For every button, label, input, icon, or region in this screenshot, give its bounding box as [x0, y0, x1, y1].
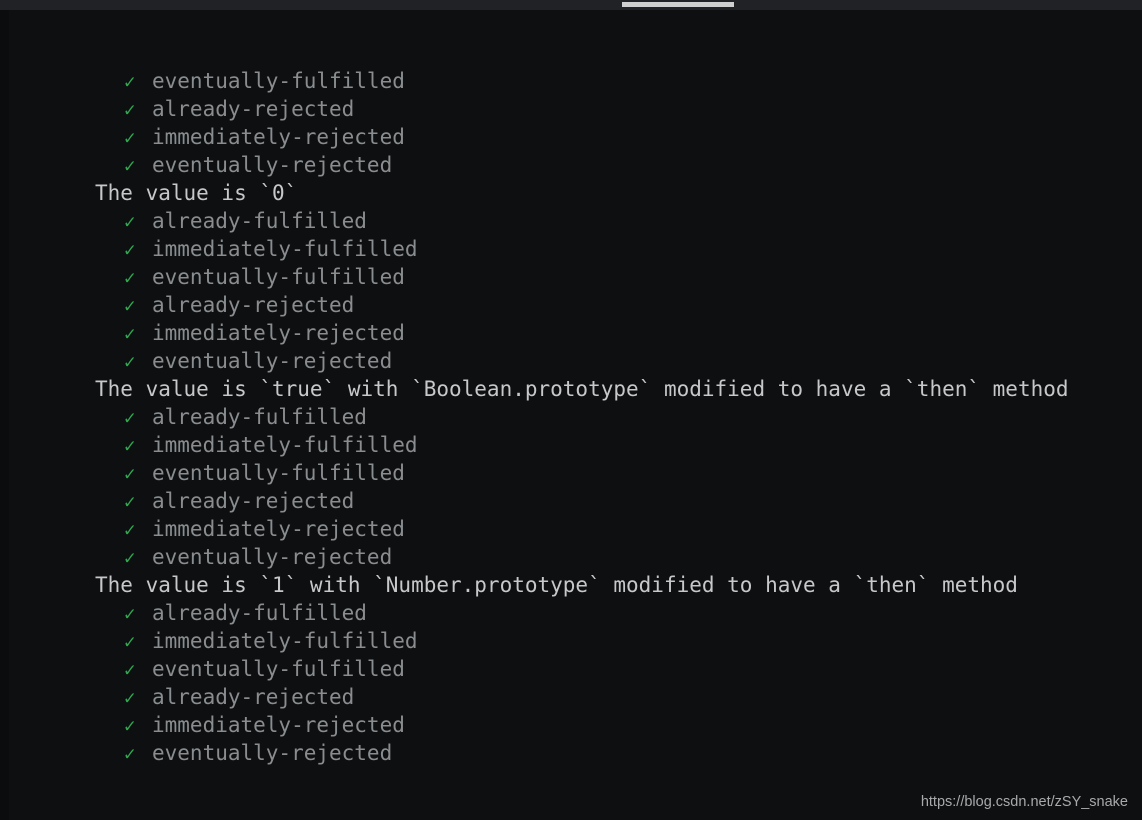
test-result-row: ✓ eventually-rejected — [0, 543, 1142, 571]
test-result-row: ✓ already-rejected — [0, 95, 1142, 123]
checkmark-icon: ✓ — [124, 631, 136, 653]
test-result-row: ✓ eventually-rejected — [0, 347, 1142, 375]
suite-title: The value is `0` — [0, 179, 1142, 207]
test-name-label: already-fulfilled — [152, 601, 367, 625]
checkmark-icon: ✓ — [124, 155, 136, 177]
checkmark-icon: ✓ — [124, 435, 136, 457]
test-output-log: ✓ eventually-fulfilled ✓ already-rejected ✓ i… — [0, 10, 1142, 820]
test-result-row: ✓ eventually-rejected — [0, 739, 1142, 767]
test-name-label: immediately-fulfilled — [152, 433, 418, 457]
test-name-label: eventually-fulfilled — [152, 265, 405, 289]
test-result-row: ✓ already-rejected — [0, 487, 1142, 515]
test-result-row: ✓ immediately-rejected — [0, 123, 1142, 151]
checkmark-icon: ✓ — [124, 659, 136, 681]
test-name-label: already-rejected — [152, 685, 355, 709]
test-result-row: ✓ eventually-rejected — [0, 151, 1142, 179]
test-result-row: ✓ already-fulfilled — [0, 403, 1142, 431]
test-name-label: already-rejected — [152, 293, 355, 317]
checkmark-icon: ✓ — [124, 351, 136, 373]
checkmark-icon: ✓ — [124, 687, 136, 709]
checkmark-icon: ✓ — [124, 463, 136, 485]
test-result-row: ✓ eventually-fulfilled — [0, 655, 1142, 683]
test-result-row: ✓ immediately-rejected — [0, 711, 1142, 739]
watermark-text: https://blog.csdn.net/zSY_snake — [920, 794, 1128, 810]
test-result-row: ✓ already-rejected — [0, 291, 1142, 319]
test-result-row: ✓ already-fulfilled — [0, 207, 1142, 235]
terminal-window: ✓ eventually-fulfilled ✓ already-rejected ✓ i… — [0, 0, 1142, 820]
checkmark-icon: ✓ — [124, 295, 136, 317]
test-name-label: immediately-rejected — [152, 321, 405, 345]
checkmark-icon: ✓ — [124, 743, 136, 765]
test-result-row: ✓ immediately-fulfilled — [0, 431, 1142, 459]
test-name-label: immediately-rejected — [152, 517, 405, 541]
test-name-label: immediately-fulfilled — [152, 237, 418, 261]
checkmark-icon: ✓ — [124, 99, 136, 121]
checkmark-icon: ✓ — [124, 211, 136, 233]
test-result-row: ✓ immediately-fulfilled — [0, 627, 1142, 655]
test-name-label: eventually-rejected — [152, 153, 393, 177]
test-name-label: immediately-rejected — [152, 713, 405, 737]
test-result-row: ✓ immediately-fulfilled — [0, 235, 1142, 263]
test-result-row: ✓ immediately-rejected — [0, 319, 1142, 347]
test-name-label: eventually-rejected — [152, 741, 393, 765]
test-name-label: already-fulfilled — [152, 209, 367, 233]
checkmark-icon: ✓ — [124, 519, 136, 541]
test-name-label: already-rejected — [152, 97, 355, 121]
checkmark-icon: ✓ — [124, 239, 136, 261]
test-result-row: ✓ eventually-fulfilled — [0, 67, 1142, 95]
test-result-row: ✓ already-fulfilled — [0, 599, 1142, 627]
test-name-label: immediately-rejected — [152, 125, 405, 149]
test-name-label: eventually-rejected — [152, 545, 393, 569]
test-name-label: eventually-fulfilled — [152, 461, 405, 485]
checkmark-icon: ✓ — [124, 491, 136, 513]
test-result-row: ✓ eventually-fulfilled — [0, 263, 1142, 291]
test-name-label: immediately-fulfilled — [152, 629, 418, 653]
test-result-row: ✓ already-rejected — [0, 683, 1142, 711]
test-name-label: eventually-fulfilled — [152, 657, 405, 681]
suite-title: The value is `true` with `Boolean.protot… — [0, 375, 1142, 403]
checkmark-icon: ✓ — [124, 407, 136, 429]
horizontal-scrollbar-thumb[interactable] — [622, 2, 734, 7]
suite-title-label: The value is `1` with `Number.prototype`… — [95, 573, 1018, 597]
horizontal-scrollbar-track[interactable] — [0, 0, 1142, 10]
checkmark-icon: ✓ — [124, 71, 136, 93]
test-name-label: eventually-fulfilled — [152, 69, 405, 93]
checkmark-icon: ✓ — [124, 603, 136, 625]
test-name-label: already-fulfilled — [152, 405, 367, 429]
checkmark-icon: ✓ — [124, 323, 136, 345]
checkmark-icon: ✓ — [124, 715, 136, 737]
suite-title: The value is `1` with `Number.prototype`… — [0, 571, 1142, 599]
test-name-label: already-rejected — [152, 489, 355, 513]
suite-title-label: The value is `0` — [95, 181, 298, 205]
test-name-label: eventually-rejected — [152, 349, 393, 373]
checkmark-icon: ✓ — [124, 547, 136, 569]
suite-title-label: The value is `true` with `Boolean.protot… — [95, 377, 1069, 401]
test-result-row: ✓ eventually-fulfilled — [0, 459, 1142, 487]
checkmark-icon: ✓ — [124, 267, 136, 289]
test-result-row: ✓ immediately-rejected — [0, 515, 1142, 543]
checkmark-icon: ✓ — [124, 127, 136, 149]
